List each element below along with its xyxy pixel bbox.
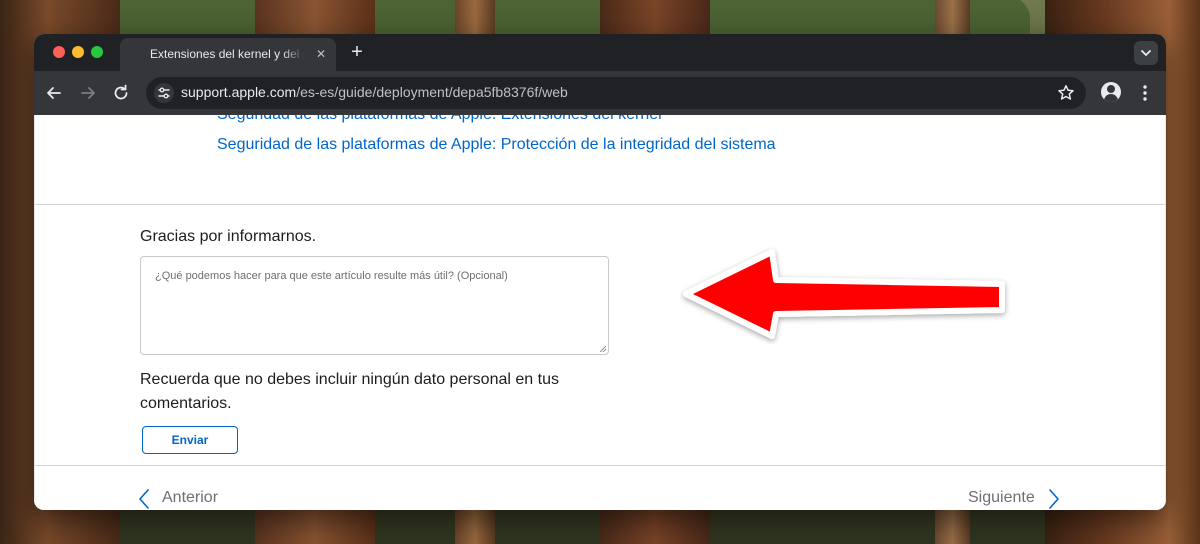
arrow-left-icon: [47, 87, 61, 99]
apple-logo-icon: [130, 46, 144, 62]
privacy-note: Recuerda que no debes incluir ningún dat…: [140, 371, 559, 412]
thanks-heading: Gracias por informarnos.: [140, 228, 317, 245]
chevron-down-icon: [1141, 50, 1151, 57]
browser-toolbar: support.apple.com/es-es/guide/deployment…: [34, 71, 1166, 115]
minimize-window-button[interactable]: [72, 46, 84, 58]
url-path: /es-es/guide/deployment/depa5fb8376f/web: [296, 84, 568, 100]
site-info-button[interactable]: [154, 83, 174, 103]
chevron-left-icon[interactable]: [138, 488, 150, 510]
profile-avatar-icon[interactable]: [1101, 82, 1121, 102]
divider: [34, 204, 1166, 205]
back-button[interactable]: [43, 82, 65, 104]
reload-button[interactable]: [110, 82, 132, 104]
divider: [34, 465, 1166, 466]
feedback-textarea[interactable]: ¿Qué podemos hacer para que este artícul…: [140, 256, 609, 355]
chevron-right-icon[interactable]: [1048, 488, 1060, 510]
tab-close-icon[interactable]: ✕: [314, 47, 328, 61]
send-button[interactable]: Enviar: [142, 426, 238, 454]
reload-icon: [114, 84, 128, 100]
link-kernel-extensions[interactable]: Seguridad de las plataformas de Apple: E…: [217, 115, 662, 124]
previous-link[interactable]: Anterior: [162, 489, 218, 507]
red-arrow-annotation-icon: [683, 249, 1005, 339]
arrow-right-icon: [81, 87, 95, 99]
url-host: support.apple.com: [181, 84, 297, 100]
next-link[interactable]: Siguiente: [968, 489, 1035, 507]
more-menu-icon[interactable]: [1134, 82, 1156, 104]
kebab-icon: [1143, 85, 1147, 101]
tab-strip: Extensiones del kernel y del s ✕ +: [34, 34, 1166, 71]
feedback-placeholder: ¿Qué podemos hacer para que este artícul…: [155, 270, 508, 282]
new-tab-button[interactable]: +: [346, 42, 368, 64]
zoom-window-button[interactable]: [91, 46, 103, 58]
tune-icon: [158, 87, 170, 99]
tab-title: Extensiones del kernel y del s: [150, 47, 305, 61]
address-bar[interactable]: support.apple.com/es-es/guide/deployment…: [146, 77, 1086, 109]
url-text[interactable]: support.apple.com/es-es/guide/deployment…: [181, 84, 568, 100]
close-window-button[interactable]: [53, 46, 65, 58]
active-tab[interactable]: Extensiones del kernel y del s ✕: [120, 38, 336, 71]
tab-search-button[interactable]: [1134, 41, 1158, 65]
resize-grip-icon[interactable]: [600, 346, 606, 352]
link-system-integrity[interactable]: Seguridad de las plataformas de Apple: P…: [217, 136, 776, 154]
forward-button[interactable]: [77, 82, 99, 104]
star-icon: [1058, 85, 1074, 100]
bookmark-star-icon[interactable]: [1056, 83, 1076, 103]
